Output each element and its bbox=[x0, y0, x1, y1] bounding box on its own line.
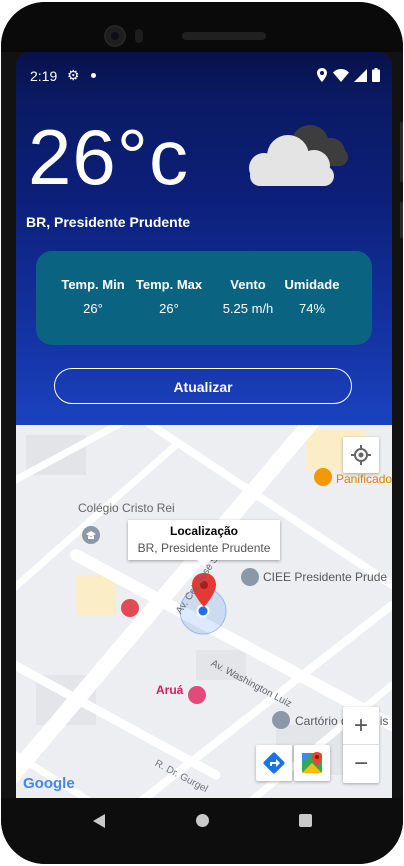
map-label-arua: Aruá bbox=[156, 683, 184, 697]
weather-header: 2:19 ⚙ 26°c BR, Presidente Prudente Temp… bbox=[16, 52, 392, 425]
stat-label: Temp. Max bbox=[135, 277, 203, 292]
zoom-in-button[interactable]: + bbox=[343, 707, 379, 745]
settings-gear-icon: ⚙ bbox=[67, 67, 80, 83]
zoom-out-button[interactable]: − bbox=[343, 745, 379, 782]
map-view[interactable]: Colégio Cristo Rei Panificado CIEE Presi… bbox=[16, 425, 392, 798]
map-label-colegio: Colégio Cristo Rei bbox=[78, 501, 175, 515]
stat-label: Umidade bbox=[284, 277, 340, 292]
wifi-icon bbox=[333, 68, 349, 82]
proximity-sensor bbox=[135, 29, 143, 43]
stat-value: 26° bbox=[83, 301, 103, 316]
android-nav-bar bbox=[1, 798, 403, 864]
back-icon[interactable] bbox=[93, 814, 105, 828]
google-maps-icon bbox=[302, 752, 322, 773]
location-info-window[interactable]: Localização BR, Presidente Prudente bbox=[128, 520, 280, 567]
status-bar: 2:19 ⚙ bbox=[16, 52, 392, 100]
google-attribution-logo: Google bbox=[23, 775, 75, 792]
stat-value: 5.25 m/h bbox=[222, 301, 274, 316]
earpiece-speaker bbox=[182, 32, 266, 40]
stat-label: Vento bbox=[230, 277, 266, 292]
stat-temp-min: Temp. Min 26° bbox=[58, 277, 128, 316]
my-location-button[interactable] bbox=[343, 437, 379, 473]
directions-icon bbox=[263, 752, 285, 774]
cloud-weather-icon bbox=[249, 125, 348, 186]
directions-button[interactable] bbox=[256, 745, 292, 781]
stat-label: Temp. Min bbox=[61, 277, 125, 292]
crosshair-icon bbox=[351, 445, 371, 465]
stat-value: 26° bbox=[159, 301, 179, 316]
screen: 2:19 ⚙ 26°c BR, Presidente Prudente Temp… bbox=[16, 52, 392, 798]
status-icons bbox=[316, 68, 380, 82]
status-time: 2:19 bbox=[30, 68, 58, 84]
phone-top-bezel bbox=[1, 2, 403, 52]
stat-temp-max: Temp. Max 26° bbox=[132, 277, 206, 316]
notification-dot-icon bbox=[91, 73, 96, 78]
home-icon[interactable] bbox=[196, 814, 209, 827]
weather-stats-card: Temp. Min 26° Temp. Max 26° Vento 5.25 m… bbox=[36, 251, 372, 345]
phone-frame: 2:19 ⚙ 26°c BR, Presidente Prudente Temp… bbox=[1, 2, 403, 864]
power-button bbox=[400, 202, 403, 238]
info-window-title: Localização bbox=[169, 524, 239, 538]
update-button[interactable]: Atualizar bbox=[54, 368, 352, 404]
stat-humidity: Umidade 74% bbox=[280, 277, 344, 316]
map-label-ciee: CIEE Presidente Prude bbox=[263, 570, 388, 584]
recent-apps-icon[interactable] bbox=[299, 814, 312, 827]
stat-value: 74% bbox=[298, 301, 326, 316]
current-temperature: 26°c bbox=[28, 113, 189, 201]
front-camera bbox=[104, 25, 126, 47]
map-label-panificadora: Panificado bbox=[336, 472, 392, 486]
signal-icon bbox=[354, 68, 367, 82]
open-in-maps-button[interactable] bbox=[294, 745, 330, 781]
volume-button bbox=[400, 122, 403, 182]
location-pin-icon bbox=[317, 68, 327, 82]
stat-wind: Vento 5.25 m/h bbox=[216, 277, 280, 316]
location-name: BR, Presidente Prudente bbox=[26, 214, 191, 230]
battery-icon bbox=[372, 68, 380, 82]
info-window-subtitle: BR, Presidente Prudente bbox=[137, 541, 271, 555]
zoom-controls: + − bbox=[343, 707, 379, 783]
